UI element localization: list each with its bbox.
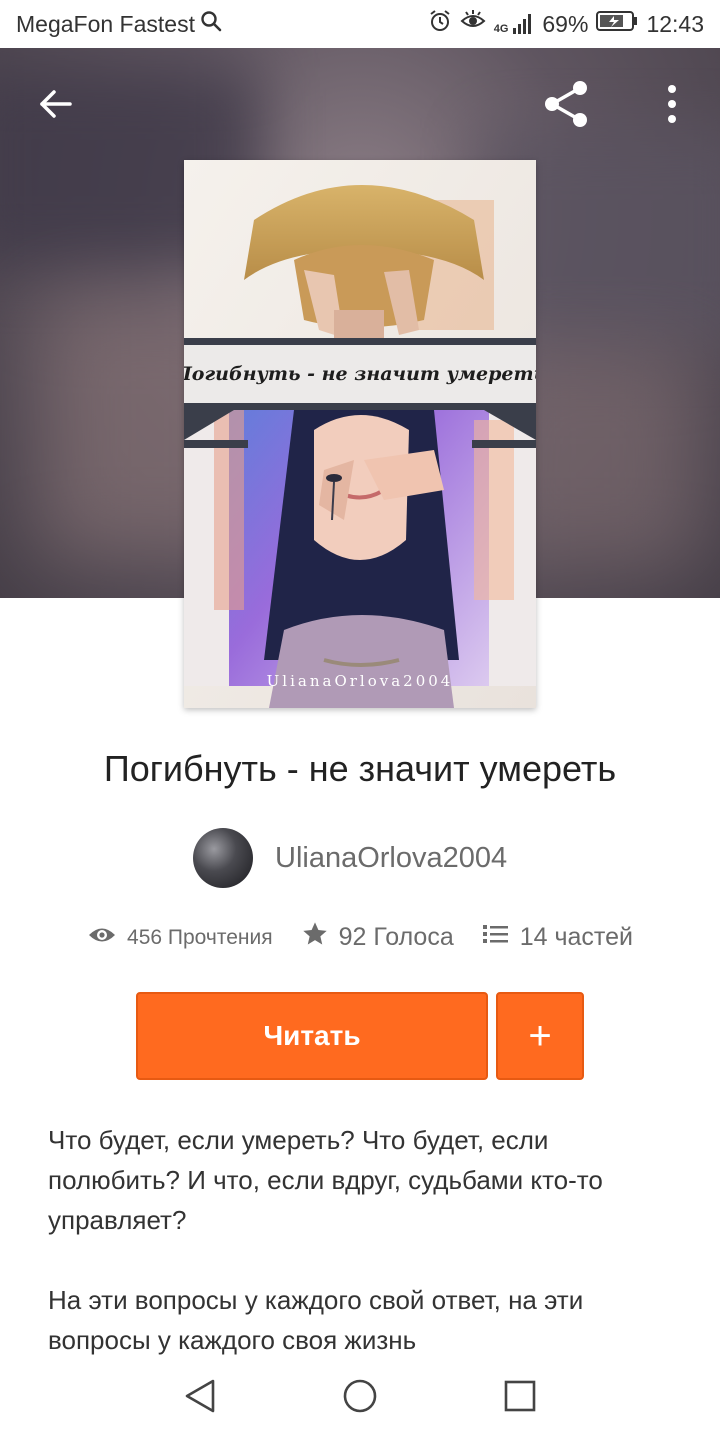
status-bar: MegaFon Fastest 4G 69% 12:43 <box>0 0 720 48</box>
description-paragraph: На эти вопросы у каждого свой ответ, на … <box>48 1285 584 1355</box>
eye-comfort-icon <box>460 9 486 39</box>
search-icon <box>199 9 223 39</box>
cover-title-band: Погибнуть - не значит умереть <box>184 338 536 410</box>
author-link[interactable]: UlianaOrlova2004 <box>193 828 507 888</box>
add-to-library-button[interactable]: + <box>496 992 584 1080</box>
status-left: MegaFon Fastest <box>16 9 223 39</box>
plus-icon: + <box>528 1013 552 1058</box>
arrow-left-icon <box>36 84 76 129</box>
votes-stat: 92 Голоса <box>301 920 454 955</box>
nav-recents-button[interactable] <box>490 1368 550 1428</box>
system-nav-bar <box>0 1356 720 1440</box>
carrier-name: MegaFon Fastest <box>16 10 195 37</box>
share-icon <box>540 78 592 135</box>
author-name: UlianaOrlova2004 <box>275 841 508 874</box>
parts-count: 14 частей <box>519 923 633 951</box>
read-button[interactable]: Читать <box>136 992 488 1080</box>
cover-artwork <box>184 160 536 708</box>
triangle-back-icon <box>183 1378 217 1419</box>
status-right: 4G 69% 12:43 <box>428 9 704 39</box>
star-icon <box>301 920 329 955</box>
avatar <box>193 828 253 888</box>
reads-count: 456 Прочтения <box>127 925 273 949</box>
circle-home-icon <box>342 1378 378 1419</box>
clock-time: 12:43 <box>646 10 704 37</box>
description-paragraph: Что будет, если умереть? Что будет, если… <box>48 1125 603 1235</box>
nav-back-button[interactable] <box>170 1368 230 1428</box>
eye-icon <box>87 924 117 952</box>
more-vertical-icon <box>666 84 678 129</box>
story-stats: 456 Прочтения 92 Голоса 14 частей <box>0 920 720 955</box>
alarm-icon <box>428 9 452 39</box>
battery-percent: 69% <box>542 10 589 37</box>
cover-signature: UlianaOrlova2004 <box>266 672 454 690</box>
nav-home-button[interactable] <box>330 1368 390 1428</box>
cover-title: Погибнуть - не значит умереть <box>184 363 536 385</box>
book-cover[interactable]: Погибнуть - не значит умереть UlianaOrlo… <box>184 160 536 708</box>
parts-stat: 14 частей <box>482 922 633 953</box>
votes-count: 92 Голоса <box>338 923 454 951</box>
more-options-button[interactable] <box>644 78 700 134</box>
back-button[interactable] <box>28 78 84 134</box>
network-type: 4G <box>493 23 509 35</box>
story-title: Погибнуть - не значит умереть <box>103 748 617 789</box>
reads-stat: 456 Прочтения <box>87 924 273 952</box>
list-icon <box>482 922 510 953</box>
square-recents-icon <box>504 1380 536 1417</box>
battery-icon <box>596 10 638 38</box>
signal-icon: 4G <box>494 13 535 35</box>
share-button[interactable] <box>538 78 594 134</box>
